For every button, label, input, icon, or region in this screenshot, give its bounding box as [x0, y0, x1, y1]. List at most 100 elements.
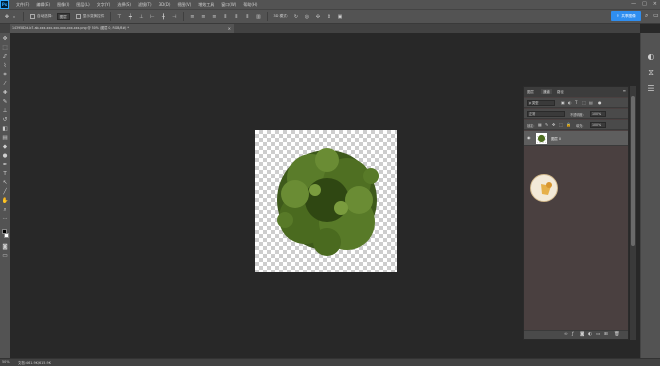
menu-file[interactable]: 文件(F) [16, 2, 29, 8]
marquee-tool-icon[interactable]: ⬚ [1, 44, 9, 52]
share-button[interactable]: ⇪ 共享图像 [611, 11, 641, 21]
auto-select-dropdown[interactable]: 图层 [56, 13, 70, 20]
menu-filter[interactable]: 滤镜(T) [138, 2, 152, 8]
filter-adjustment-icon[interactable]: ◐ [568, 100, 572, 105]
background-color-swatch[interactable] [4, 233, 9, 238]
align-top-icon[interactable]: ⊤ [116, 14, 122, 20]
filter-type-icon[interactable]: T [575, 100, 577, 105]
healing-brush-tool-icon[interactable]: ✚ [1, 89, 9, 97]
folder-icon[interactable]: ▭ [596, 332, 600, 337]
minimize-button[interactable]: — [631, 1, 636, 7]
auto-align-icon[interactable]: ▥ [255, 14, 261, 20]
3d-rotate-icon[interactable]: ↻ [293, 14, 299, 20]
move-tool-icon[interactable]: ✥ [4, 14, 10, 20]
panel-scrollbar[interactable] [630, 86, 636, 340]
blend-mode-dropdown[interactable]: 正常 [527, 111, 565, 117]
menu-layer[interactable]: 图层(L) [76, 2, 89, 8]
3d-scale-icon[interactable]: ▣ [337, 14, 343, 20]
layer-row[interactable]: ◉ 图层 0 [524, 131, 628, 146]
distribute-right-icon[interactable]: ⦀ [244, 14, 250, 20]
maximize-button[interactable]: □ [642, 1, 647, 7]
filter-pixel-icon[interactable]: ▣ [561, 100, 565, 105]
color-panel-icon[interactable]: ◐ [645, 51, 657, 63]
eye-icon[interactable]: ◉ [527, 135, 531, 140]
screen-mode-icon[interactable]: ▭ [1, 252, 9, 260]
zoom-level[interactable]: 50% [2, 360, 10, 364]
close-icon[interactable]: × [228, 24, 231, 33]
canvas-document[interactable] [255, 130, 397, 272]
close-button[interactable]: × [653, 1, 657, 7]
trash-icon[interactable]: 🗑 [614, 332, 620, 337]
quick-mask-icon[interactable]: ◙ [1, 243, 9, 251]
document-info[interactable]: 文档:461.9K/615.9K [18, 360, 51, 365]
filter-shape-icon[interactable]: ⬚ [582, 100, 586, 105]
distribute-bottom-icon[interactable]: ≡ [211, 14, 217, 20]
mask-icon[interactable]: ◙ [580, 332, 584, 337]
workspace-icon[interactable]: ▭ [653, 12, 660, 19]
menu-help[interactable]: 帮助(H) [243, 2, 257, 8]
scrollbar-thumb[interactable] [631, 96, 635, 246]
floating-widget[interactable] [530, 174, 558, 202]
dodge-tool-icon[interactable]: ● [1, 152, 9, 160]
brush-tool-icon[interactable]: ✎ [1, 98, 9, 106]
menu-3d[interactable]: 3D(D) [159, 2, 171, 7]
crop-tool-icon[interactable]: ⌗ [1, 71, 9, 79]
panel-menu-icon[interactable]: ≡ [623, 88, 626, 93]
layer-filter-dropdown[interactable]: ρ 类型 [527, 100, 555, 106]
3d-roll-icon[interactable]: ◎ [304, 14, 310, 20]
3d-drag-icon[interactable]: ✣ [315, 14, 321, 20]
pen-tool-icon[interactable]: ✒ [1, 161, 9, 169]
adjustment-icon[interactable]: ◐ [588, 332, 592, 337]
menu-select[interactable]: 选择(S) [117, 2, 131, 8]
photoshop-logo[interactable]: Ps [0, 0, 9, 9]
lock-transparent-icon[interactable]: ▦ [538, 122, 542, 127]
tab-paths[interactable]: 路径 [557, 89, 564, 94]
search-icon[interactable]: ⌕ [645, 12, 652, 19]
layer-name[interactable]: 图层 0 [551, 136, 561, 141]
3d-slide-icon[interactable]: ⇕ [326, 14, 332, 20]
history-panel-icon[interactable]: ⧖ [645, 67, 657, 79]
tab-channels[interactable]: 通道 [541, 89, 552, 94]
menu-edit[interactable]: 编辑(E) [36, 2, 50, 8]
blur-tool-icon[interactable]: ◆ [1, 143, 9, 151]
more-tools-icon[interactable]: ··· [1, 215, 9, 223]
history-brush-tool-icon[interactable]: ↺ [1, 116, 9, 124]
filter-toggle-icon[interactable]: ● [598, 100, 602, 105]
document-tab[interactable]: 1439582d-b7-ab-xxx-xxx-xxx-xxx-xxx-xxx.p… [10, 24, 234, 33]
align-hcenter-icon[interactable]: ╂ [160, 14, 166, 20]
distribute-hcenter-icon[interactable]: ⦀ [233, 14, 239, 20]
eyedropper-tool-icon[interactable]: ⁄ [1, 80, 9, 88]
menu-window[interactable]: 窗口(W) [221, 2, 236, 8]
menu-image[interactable]: 图像(I) [57, 2, 69, 8]
lasso-tool-icon[interactable]: ᔑ [1, 53, 9, 61]
tab-layers[interactable]: 图层 [527, 89, 534, 94]
align-right-icon[interactable]: ⊣ [171, 14, 177, 20]
menu-plugins[interactable]: 增效工具 [198, 2, 214, 8]
lock-image-icon[interactable]: ✎ [545, 122, 548, 127]
filter-smart-object-icon[interactable]: ▤ [589, 100, 593, 105]
align-vcenter-icon[interactable]: ┿ [127, 14, 133, 20]
menu-view[interactable]: 视图(V) [177, 2, 191, 8]
zoom-tool-icon[interactable]: ⌕ [1, 206, 9, 214]
align-left-icon[interactable]: ⊢ [149, 14, 155, 20]
lock-artboard-icon[interactable]: ⬚ [559, 122, 563, 127]
auto-select-checkbox[interactable] [30, 14, 35, 19]
path-select-tool-icon[interactable]: ↖ [1, 179, 9, 187]
lock-all-icon[interactable]: 🔒 [566, 122, 571, 127]
type-tool-icon[interactable]: T [1, 170, 9, 178]
move-tool-icon[interactable]: ✥ [1, 35, 9, 43]
new-layer-icon[interactable]: ⊞ [604, 332, 608, 337]
menu-type[interactable]: 文字(Y) [97, 2, 111, 8]
properties-panel-icon[interactable]: ☰ [645, 83, 657, 95]
chevron-down-icon[interactable]: ▾ [11, 14, 17, 20]
eraser-tool-icon[interactable]: ◧ [1, 125, 9, 133]
opacity-input[interactable]: 100% [590, 111, 606, 117]
hand-tool-icon[interactable]: ✋ [1, 197, 9, 205]
distribute-top-icon[interactable]: ≡ [189, 14, 195, 20]
gradient-tool-icon[interactable]: ▤ [1, 134, 9, 142]
fill-input[interactable]: 100% [590, 122, 606, 128]
distribute-vcenter-icon[interactable]: ≡ [200, 14, 206, 20]
line-tool-icon[interactable]: ╱ [1, 188, 9, 196]
lock-position-icon[interactable]: ✥ [552, 122, 555, 127]
clone-stamp-tool-icon[interactable]: ⊥ [1, 107, 9, 115]
